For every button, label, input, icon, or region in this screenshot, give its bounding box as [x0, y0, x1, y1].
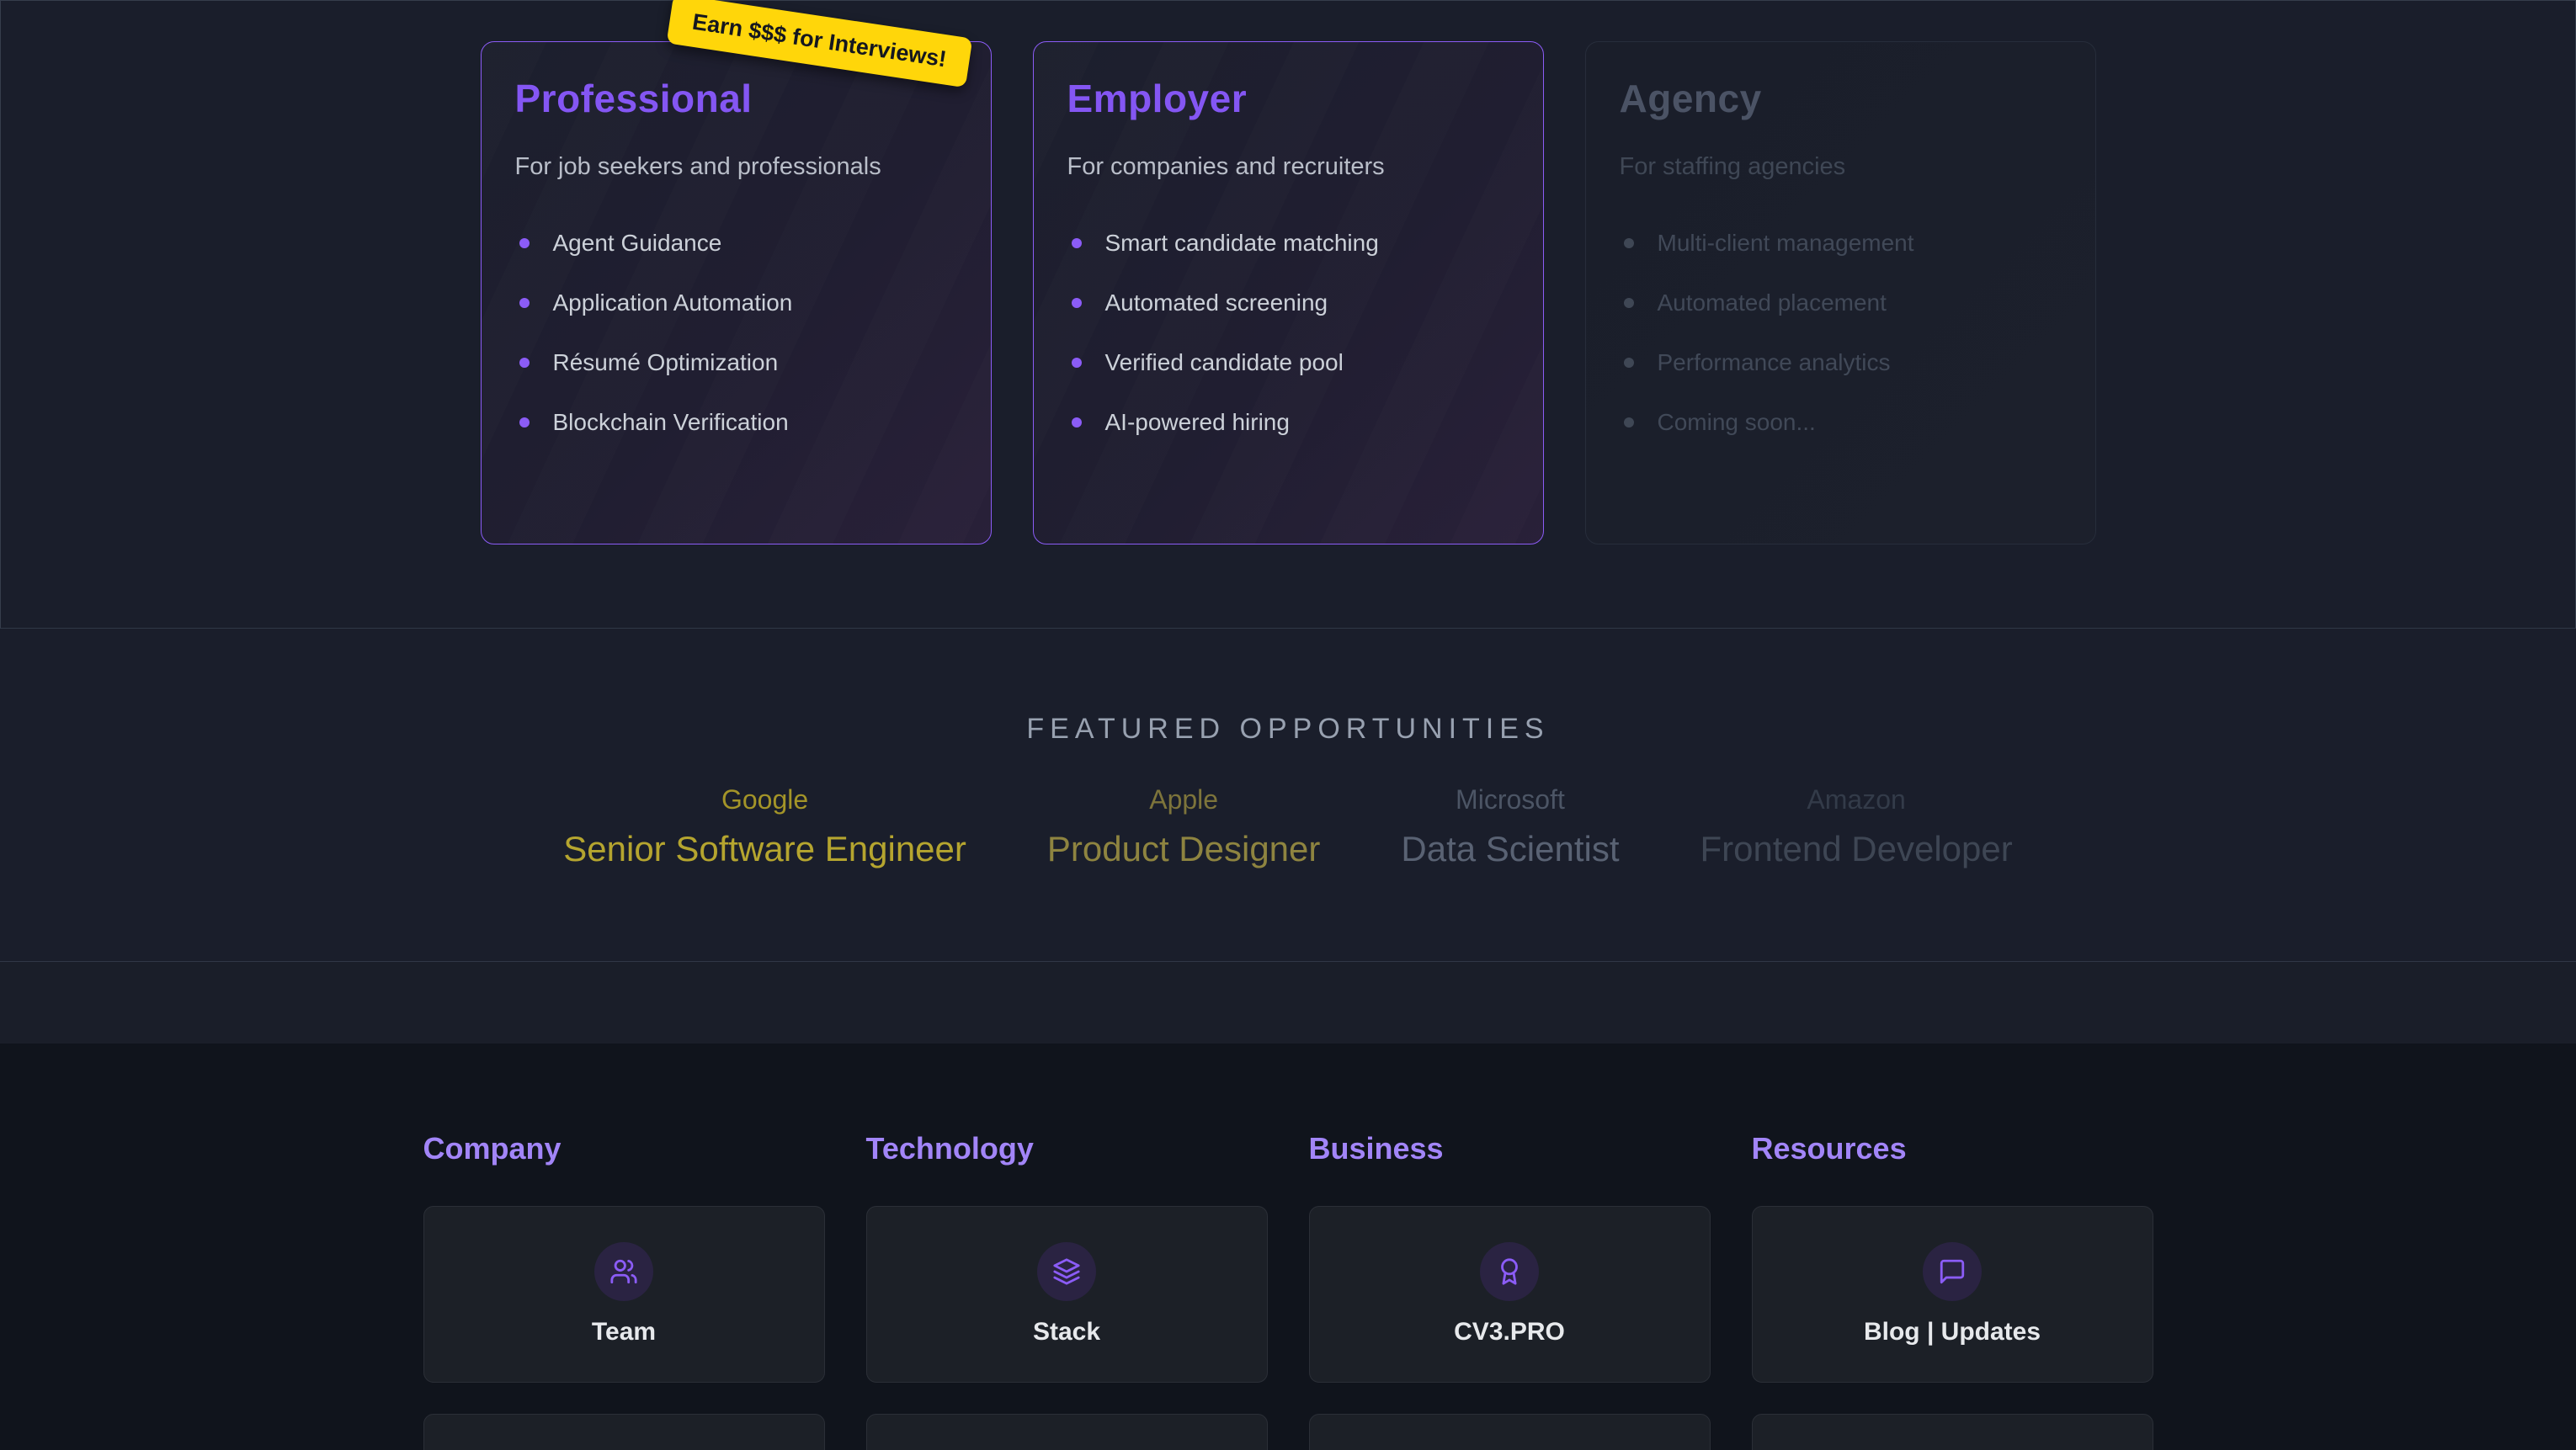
- footer-column-company: Company Team: [423, 1132, 825, 1383]
- layers-icon: [1037, 1242, 1096, 1301]
- plan-card-agency: Agency For staffing agencies Multi-clien…: [1585, 41, 2096, 544]
- footer-column-technology: Technology Stack: [866, 1132, 1268, 1383]
- plan-card-employer[interactable]: Employer For companies and recruiters Sm…: [1033, 41, 1544, 544]
- featured-title: FEATURED OPPORTUNITIES: [0, 713, 2576, 746]
- feature-label: Smart candidate matching: [1105, 230, 1379, 257]
- featured-opportunities-section: FEATURED OPPORTUNITIES Google Senior Sof…: [0, 629, 2576, 962]
- user-type-section: Earn $$$ for Interviews! Professional Fo…: [0, 0, 2576, 629]
- plan-title: Agency: [1620, 76, 2062, 121]
- bullet-dot-icon: [1072, 298, 1082, 308]
- message-icon: [1923, 1242, 1982, 1301]
- spacer-strip: [0, 962, 2576, 1044]
- bullet-dot-icon: [1624, 298, 1634, 308]
- footer-card-stack[interactable]: Stack: [866, 1206, 1268, 1383]
- footer-card-label: CV3.PRO: [1454, 1318, 1565, 1346]
- footer-card-blog[interactable]: Blog | Updates: [1752, 1206, 2153, 1383]
- bullet-dot-icon: [1072, 358, 1082, 368]
- job-role: Data Scientist: [1401, 829, 1619, 869]
- job-company: Google: [563, 784, 966, 815]
- bullet-dot-icon: [519, 238, 530, 248]
- footer-card-label: Team: [592, 1318, 656, 1346]
- job-company: Microsoft: [1401, 784, 1619, 815]
- feature-item: Smart candidate matching: [1067, 230, 1509, 257]
- footer-card-cutoff[interactable]: [866, 1414, 1268, 1450]
- plan-subtitle: For companies and recruiters: [1067, 153, 1509, 181]
- feature-label: Automated placement: [1658, 289, 1887, 316]
- feature-label: Verified candidate pool: [1105, 349, 1344, 376]
- feature-item: Blockchain Verification: [515, 409, 957, 436]
- feature-label: Multi-client management: [1658, 230, 1914, 257]
- plan-title: Employer: [1067, 76, 1509, 121]
- footer-card-cutoff[interactable]: [423, 1414, 825, 1450]
- footer-column-header: Company: [423, 1132, 825, 1166]
- plan-feature-list: Agent Guidance Application Automation Ré…: [515, 230, 957, 436]
- feature-label: Automated screening: [1105, 289, 1328, 316]
- feature-label: Application Automation: [553, 289, 793, 316]
- feature-label: Performance analytics: [1658, 349, 1891, 376]
- plan-feature-list: Smart candidate matching Automated scree…: [1067, 230, 1509, 436]
- feature-item: Automated placement: [1620, 289, 2062, 316]
- users-icon: [594, 1242, 653, 1301]
- bullet-dot-icon: [1624, 238, 1634, 248]
- footer-card-team[interactable]: Team: [423, 1206, 825, 1383]
- feature-item: Multi-client management: [1620, 230, 2062, 257]
- plan-subtitle: For job seekers and professionals: [515, 153, 957, 181]
- feature-item: AI-powered hiring: [1067, 409, 1509, 436]
- plan-feature-list: Multi-client management Automated placem…: [1620, 230, 2062, 436]
- plan-subtitle: For staffing agencies: [1620, 153, 2062, 181]
- feature-item: Agent Guidance: [515, 230, 957, 257]
- footer-column-resources: Resources Blog | Updates: [1752, 1132, 2153, 1383]
- footer-card-cv3pro[interactable]: CV3.PRO: [1309, 1206, 1711, 1383]
- footer-card-label: Stack: [1033, 1318, 1100, 1346]
- feature-item: Application Automation: [515, 289, 957, 316]
- earn-interviews-badge: Earn $$$ for Interviews!: [666, 0, 971, 88]
- job-item-amazon[interactable]: Amazon Frontend Developer: [1700, 784, 2013, 869]
- job-item-google[interactable]: Google Senior Software Engineer: [563, 784, 966, 869]
- feature-item: Performance analytics: [1620, 349, 2062, 376]
- award-icon: [1480, 1242, 1539, 1301]
- footer-cards-row-2: [423, 1414, 2153, 1450]
- footer-card-label: Blog | Updates: [1864, 1318, 2041, 1346]
- bullet-dot-icon: [1624, 417, 1634, 428]
- job-role: Frontend Developer: [1700, 829, 2013, 869]
- footer-column-business: Business CV3.PRO: [1309, 1132, 1711, 1383]
- job-role: Senior Software Engineer: [563, 829, 966, 869]
- bullet-dot-icon: [1624, 358, 1634, 368]
- feature-label: Agent Guidance: [553, 230, 722, 257]
- footer-column-header: Business: [1309, 1132, 1711, 1166]
- featured-jobs-row: Google Senior Software Engineer Apple Pr…: [0, 784, 2576, 869]
- footer-column-header: Resources: [1752, 1132, 2153, 1166]
- footer-section: Company Team Technology Sta: [0, 1044, 2576, 1450]
- job-item-microsoft[interactable]: Microsoft Data Scientist: [1401, 784, 1619, 869]
- plan-cards-row: Earn $$$ for Interviews! Professional Fo…: [1, 41, 2575, 544]
- job-company: Apple: [1047, 784, 1321, 815]
- bullet-dot-icon: [519, 417, 530, 428]
- feature-item: Verified candidate pool: [1067, 349, 1509, 376]
- feature-item: Automated screening: [1067, 289, 1509, 316]
- plan-card-professional[interactable]: Earn $$$ for Interviews! Professional Fo…: [481, 41, 992, 544]
- job-item-apple[interactable]: Apple Product Designer: [1047, 784, 1321, 869]
- footer-card-cutoff[interactable]: [1309, 1414, 1711, 1450]
- job-company: Amazon: [1700, 784, 2013, 815]
- footer-column-header: Technology: [866, 1132, 1268, 1166]
- footer-card-cutoff[interactable]: [1752, 1414, 2153, 1450]
- plan-title: Professional: [515, 76, 957, 121]
- job-role: Product Designer: [1047, 829, 1321, 869]
- bullet-dot-icon: [1072, 417, 1082, 428]
- feature-label: Blockchain Verification: [553, 409, 789, 436]
- feature-label: Résumé Optimization: [553, 349, 779, 376]
- feature-item: Résumé Optimization: [515, 349, 957, 376]
- bullet-dot-icon: [1072, 238, 1082, 248]
- feature-label: Coming soon...: [1658, 409, 1816, 436]
- bullet-dot-icon: [519, 358, 530, 368]
- footer-headers-and-cards: Company Team Technology Sta: [423, 1132, 2153, 1383]
- bullet-dot-icon: [519, 298, 530, 308]
- feature-label: AI-powered hiring: [1105, 409, 1290, 436]
- feature-item: Coming soon...: [1620, 409, 2062, 436]
